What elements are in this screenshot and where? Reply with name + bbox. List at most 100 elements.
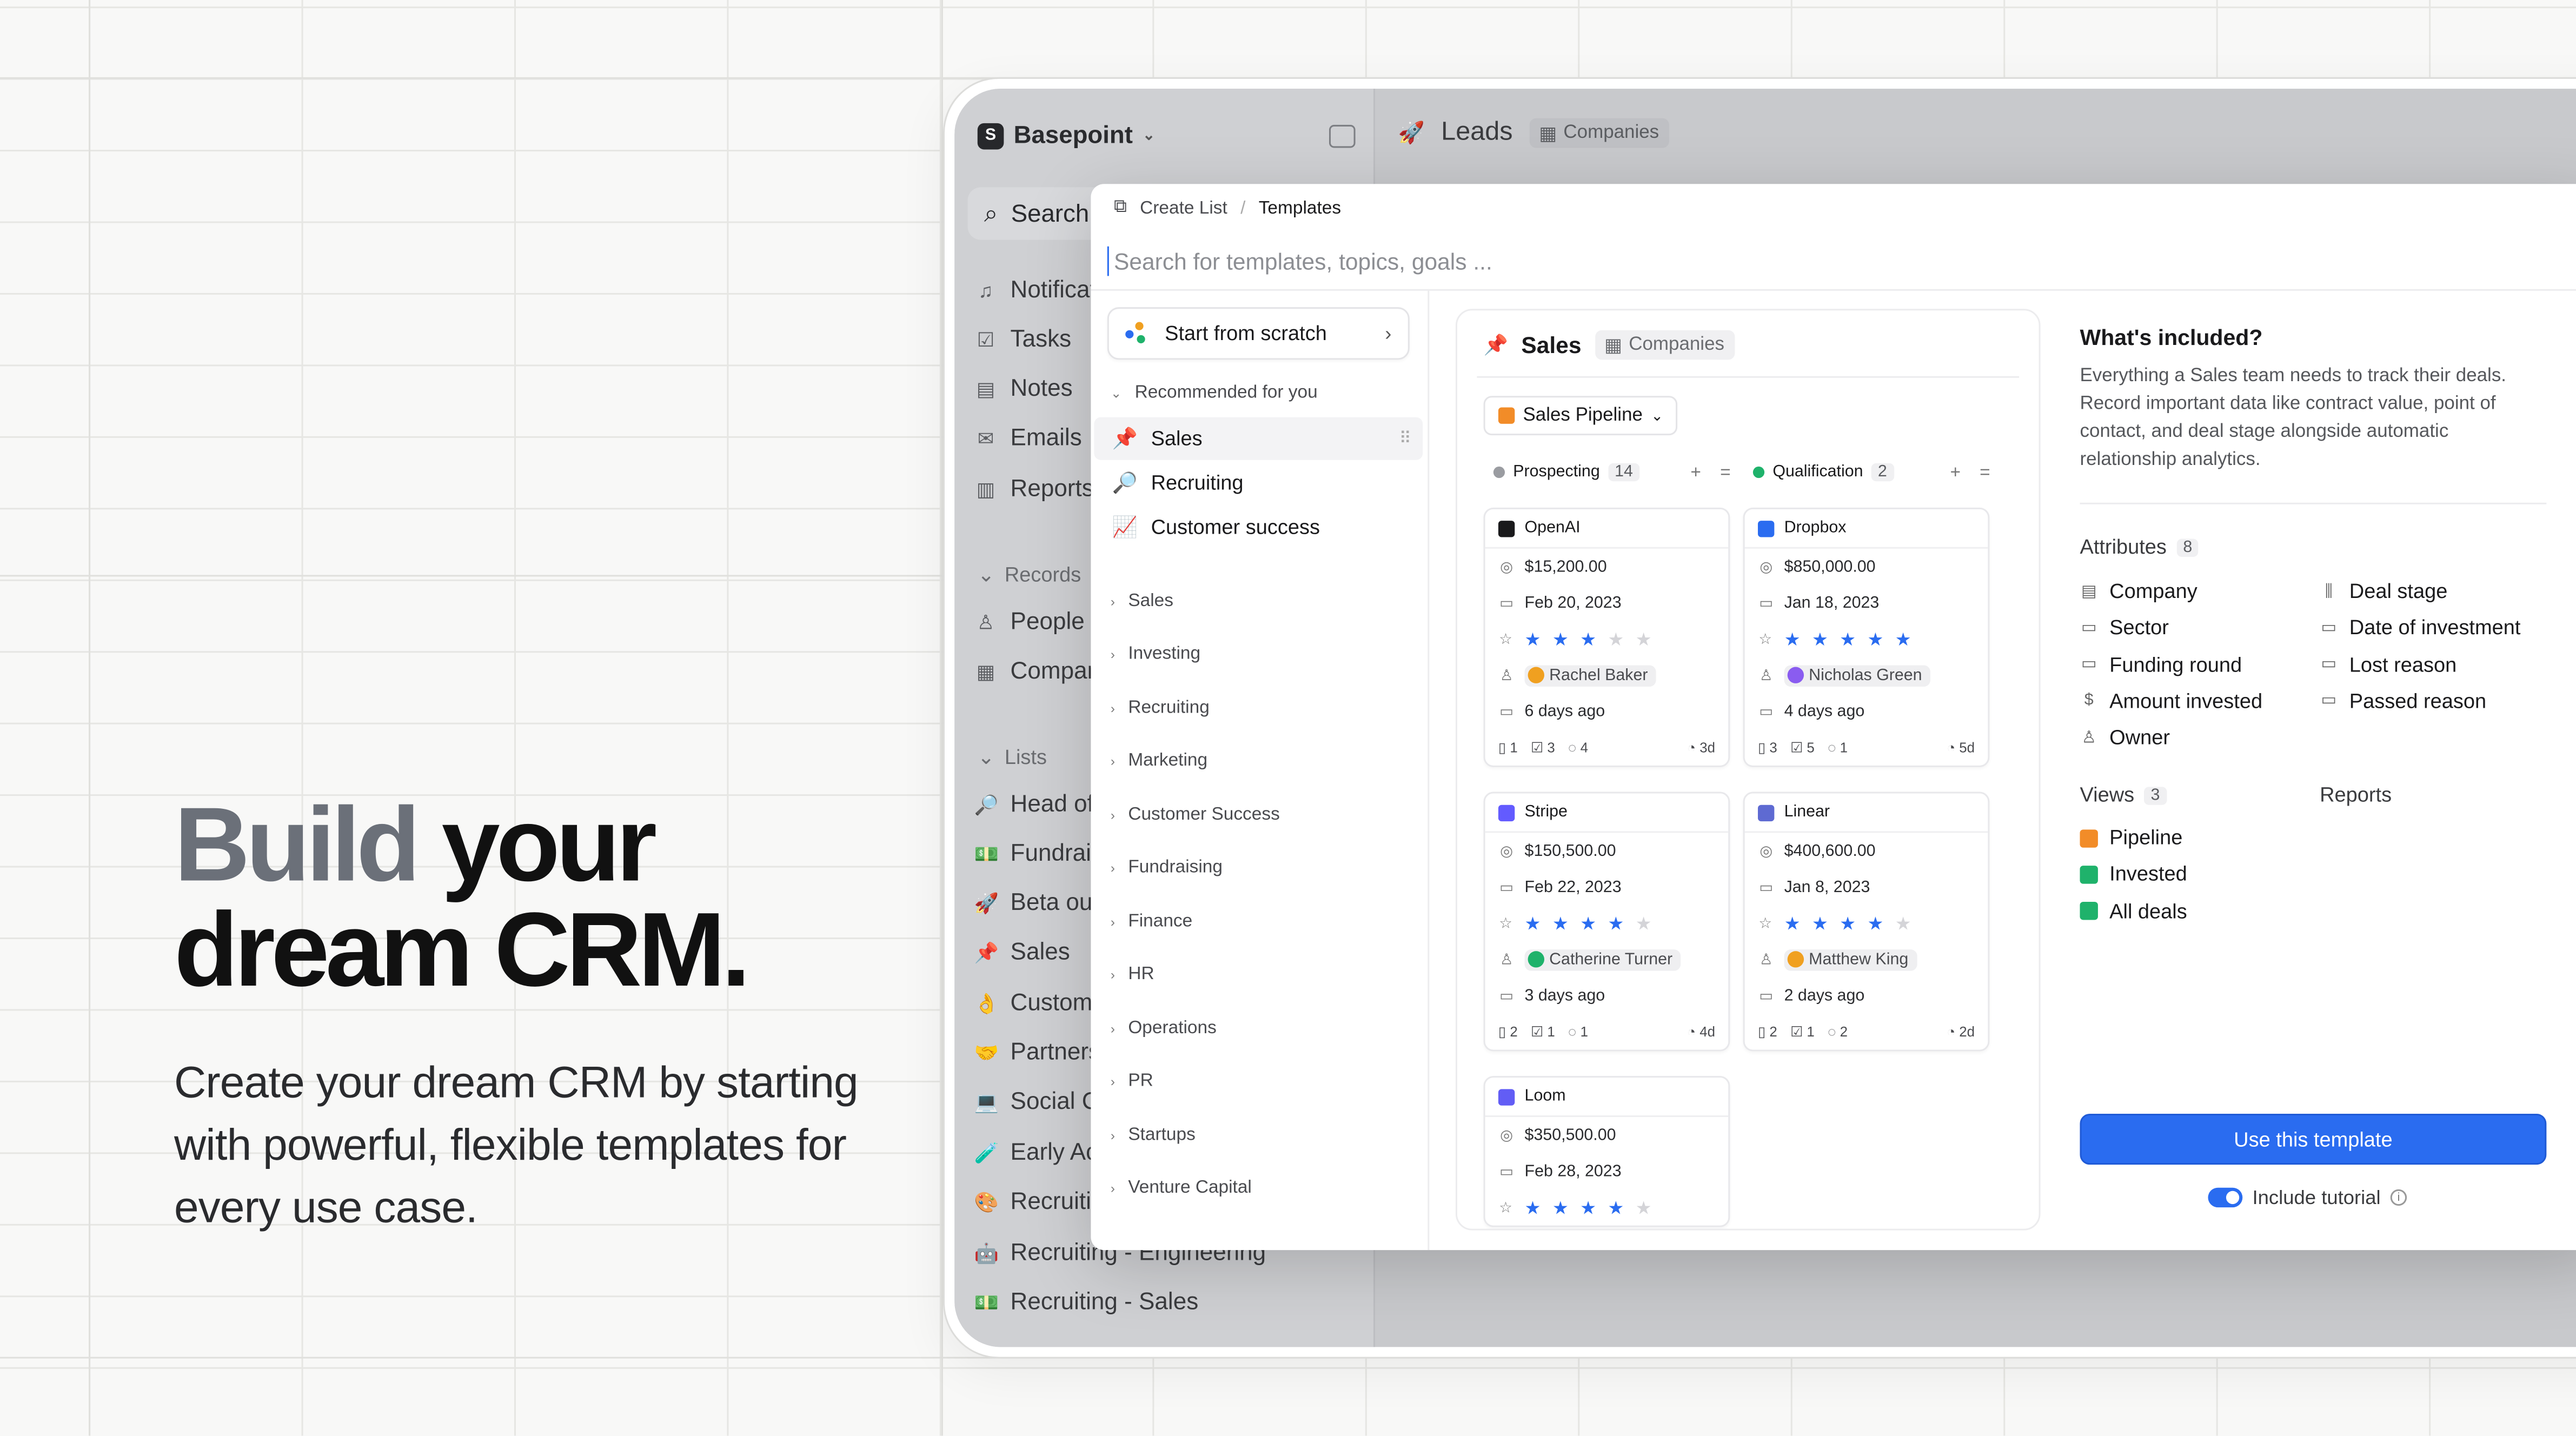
- calendar-icon: ▭: [1499, 877, 1514, 895]
- info-icon[interactable]: i: [2390, 1189, 2407, 1206]
- owner-chip: Rachel Baker: [1524, 664, 1656, 686]
- chevron-right-icon: ›: [1110, 914, 1116, 929]
- attribute-item: ▭ Passed reason: [2320, 690, 2486, 713]
- template-search-input[interactable]: Search for templates, topics, goals ...: [1107, 246, 1492, 276]
- preview-header: 📌 Sales ▦ Companies: [1484, 330, 1735, 360]
- category-operations[interactable]: › Operations: [1111, 1019, 1217, 1038]
- category-finance[interactable]: › Finance: [1111, 912, 1192, 931]
- template-icon: ⧉: [1113, 197, 1127, 217]
- view-icon: [2080, 902, 2098, 920]
- use-template-button[interactable]: Use this template: [2080, 1113, 2547, 1165]
- deal-card[interactable]: OpenAI ◎ $15,200.00 ▭ Feb 20, 2023 ☆ ★ ★ ★ ★ ★ ♙ Rac…: [1483, 507, 1730, 767]
- view-label: Pipeline: [2109, 826, 2183, 849]
- attribute-label: Deal stage: [2349, 580, 2448, 603]
- deal-card[interactable]: Linear ◎ $400,600.00 ▭ Jan 8, 2023 ☆ ★ ★ ★ ★ ★ ♙ Mat…: [1743, 792, 1990, 1052]
- deal-card[interactable]: Dropbox ◎ $850,000.00 ▭ Jan 18, 2023 ☆ ★ ★ ★ ★ ★ ♙ N…: [1743, 507, 1990, 767]
- category-hr[interactable]: › HR: [1111, 964, 1154, 983]
- recommended-header[interactable]: ⌄ Recommended for you: [1111, 383, 1318, 402]
- nav-reports[interactable]: ▥ Reports: [974, 476, 1094, 503]
- list-item[interactable]: 💵 Recruiting - Sales: [974, 1289, 1199, 1316]
- scratch-icon: [1125, 322, 1148, 345]
- company-logo-icon: [1498, 1088, 1515, 1105]
- attributes-count: 8: [2176, 538, 2199, 556]
- calendar-icon: ▭: [1499, 702, 1514, 719]
- count-value: 2: [1769, 1022, 1777, 1039]
- deal-card[interactable]: Stripe ◎ $150,500.00 ▭ Feb 22, 2023 ☆ ★ ★ ★ ★ ★ ♙ Ca…: [1483, 792, 1730, 1052]
- chevron-right-icon: ›: [1110, 1127, 1116, 1143]
- start-from-scratch-button[interactable]: Start from scratch ›: [1107, 307, 1410, 360]
- object-chip[interactable]: ▦ Companies: [1529, 118, 1669, 148]
- nav-emails[interactable]: ✉ Emails: [974, 426, 1082, 452]
- details-description: Everything a Sales team needs to track t…: [2080, 366, 2507, 470]
- attribute-label: Amount invested: [2109, 689, 2263, 713]
- laptop-icon: 💻: [974, 1091, 999, 1114]
- attribute-item: ♙ Owner: [2080, 726, 2170, 749]
- star-icon: ★: [1524, 914, 1543, 934]
- star-icon: ★: [1608, 630, 1626, 650]
- card-footer: ▯ 2 ☑ 1 ◌ 1 ◔ 4d: [1485, 1014, 1729, 1050]
- nav-tasks[interactable]: ☑ Tasks: [974, 327, 1072, 354]
- attribute-icon: ▭: [2081, 619, 2097, 637]
- include-tutorial: Include tutorial i: [2208, 1186, 2407, 1209]
- pipeline-label: Sales Pipeline: [1523, 405, 1643, 426]
- records-section[interactable]: ⌄ Records: [978, 562, 1081, 587]
- company-name: Stripe: [1524, 803, 1568, 822]
- menu-icon[interactable]: =: [1720, 462, 1731, 482]
- attribute-label: Passed reason: [2349, 689, 2487, 713]
- lists-section[interactable]: ⌄ Lists: [978, 744, 1047, 769]
- workspace-switcher[interactable]: S Basepoint ⌄: [977, 122, 1155, 149]
- list-item[interactable]: 📌 Sales: [974, 940, 1070, 966]
- person-icon: ♙: [1759, 950, 1773, 967]
- company-name: Dropbox: [1784, 519, 1847, 537]
- category-recruiting[interactable]: › Recruiting: [1111, 698, 1210, 717]
- chip-label: Companies: [1563, 123, 1659, 143]
- chevron-right-icon: ›: [1110, 1180, 1116, 1195]
- sidebar-toggle-icon[interactable]: [1329, 124, 1356, 148]
- plus-icon[interactable]: +: [1690, 462, 1701, 482]
- age-badge: ◔ 3d: [1687, 739, 1715, 756]
- template-item-recruiting[interactable]: 🔎 Recruiting: [1094, 462, 1423, 504]
- column-count: 2: [1871, 463, 1894, 482]
- company-logo-icon: [1498, 520, 1515, 537]
- category-label: Startups: [1128, 1125, 1196, 1145]
- breadcrumb-root[interactable]: Create List: [1140, 198, 1227, 217]
- nav-notes[interactable]: ▤ Notes: [974, 376, 1073, 403]
- deal-card[interactable]: Loom ◎ $350,500.00 ▭ Feb 28, 2023 ☆ ★ ★ ★ ★ ★: [1483, 1076, 1730, 1227]
- tasks-count: ☑ 3: [1531, 738, 1555, 755]
- category-startups[interactable]: › Startups: [1111, 1125, 1196, 1145]
- date-value: Feb 20, 2023: [1524, 594, 1622, 612]
- records-people[interactable]: ♙ People: [974, 609, 1085, 636]
- category-pr[interactable]: › PR: [1111, 1071, 1153, 1091]
- category-customer-success[interactable]: › Customer Success: [1111, 805, 1280, 825]
- template-item-sales[interactable]: 📌 Sales ⠿: [1094, 417, 1423, 460]
- card-footer: ▯ 3 ☑ 5 ◌ 1 ◔ 5d: [1745, 729, 1988, 766]
- tutorial-toggle[interactable]: [2208, 1187, 2243, 1208]
- tasks-count: ☑ 5: [1790, 738, 1815, 755]
- nav-label: Reports: [1010, 476, 1094, 503]
- template-modal: ⧉ Create List / Templates Search for tem…: [1091, 184, 2576, 1251]
- star-icon: ★: [1608, 1198, 1626, 1218]
- pipeline-view-select[interactable]: Sales Pipeline ⌄: [1483, 396, 1678, 436]
- comments-count: ◌ 1: [1568, 1023, 1588, 1040]
- currency-icon: ◎: [1500, 557, 1513, 574]
- star-icon: ★: [1635, 914, 1654, 934]
- hero-subtitle: Create your dream CRM by starting with p…: [174, 1058, 859, 1232]
- nav-label: Emails: [1010, 425, 1082, 452]
- owner-chip: Matthew King: [1784, 948, 1917, 970]
- company-name: Linear: [1784, 803, 1830, 822]
- template-item-customer-success[interactable]: 📈 Customer success: [1094, 506, 1423, 549]
- category-venture-capital[interactable]: › Venture Capital: [1111, 1178, 1252, 1197]
- menu-icon[interactable]: =: [1980, 462, 1990, 482]
- attribute-label: Sector: [2109, 616, 2169, 640]
- plus-icon[interactable]: +: [1950, 462, 1961, 482]
- card-date: ▭ Feb 20, 2023: [1485, 585, 1729, 621]
- category-investing[interactable]: › Investing: [1111, 644, 1200, 663]
- category-marketing[interactable]: › Marketing: [1111, 751, 1207, 770]
- category-fundraising[interactable]: › Fundraising: [1111, 857, 1223, 877]
- age-value: 3d: [1699, 739, 1715, 756]
- template-label: Sales: [1151, 427, 1203, 450]
- grid-divider: [0, 575, 943, 577]
- category-sales[interactable]: › Sales: [1111, 591, 1173, 611]
- view-item: All deals: [2080, 900, 2187, 922]
- category-label: Finance: [1128, 912, 1193, 932]
